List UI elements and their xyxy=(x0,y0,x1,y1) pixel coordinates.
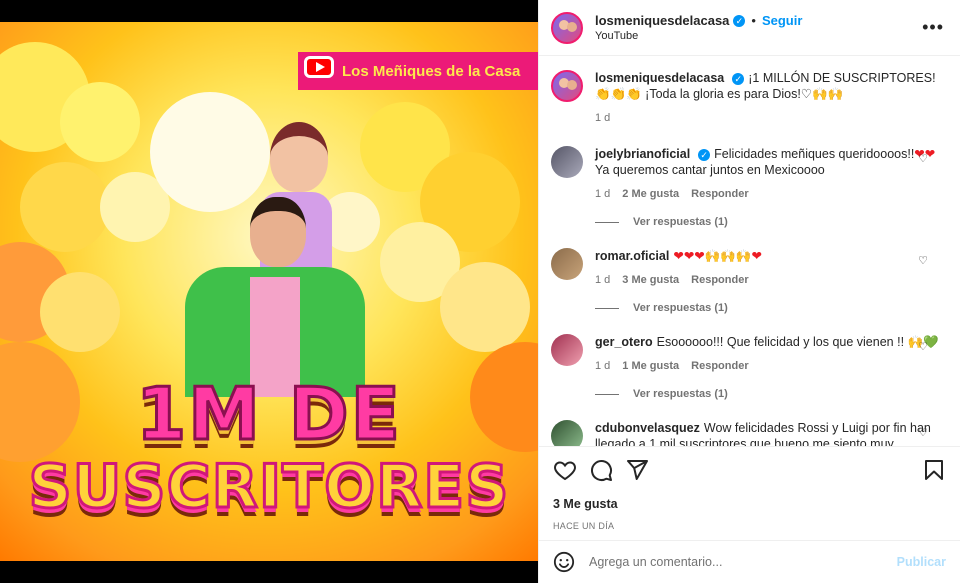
comment-username[interactable]: ger_otero xyxy=(595,335,653,349)
post-side-panel: losmeniquesdelacasa ✓ • Seguir YouTube •… xyxy=(538,0,960,583)
like-comment-heart-icon[interactable]: ♡ xyxy=(918,254,928,267)
comment-username[interactable]: joelybrianoficial xyxy=(595,147,690,161)
comment-username[interactable]: cdubonvelasquez xyxy=(595,421,700,435)
more-icon[interactable]: ••• xyxy=(922,17,944,38)
like-comment-heart-icon[interactable]: ♡ xyxy=(918,426,928,439)
view-replies-button[interactable]: Ver respuestas (1) xyxy=(595,302,944,314)
youtube-logo-icon xyxy=(304,56,334,78)
comment-emoji: ❤❤❤🙌🙌🙌❤ xyxy=(673,249,762,263)
bookmark-icon[interactable] xyxy=(922,458,946,482)
avatar[interactable] xyxy=(551,70,583,102)
avatar[interactable] xyxy=(551,146,583,178)
header-subtitle[interactable]: YouTube xyxy=(595,30,922,42)
like-comment-heart-icon[interactable]: ♡ xyxy=(918,152,928,165)
follow-button[interactable]: Seguir xyxy=(762,13,802,28)
reply-button[interactable]: Responder xyxy=(691,358,748,374)
reply-button[interactable]: Responder xyxy=(691,186,748,202)
post-actions: 3 Me gusta HACE UN DÍA xyxy=(539,446,960,531)
comment-time[interactable]: 1 d xyxy=(595,272,610,288)
comment-input[interactable] xyxy=(589,555,897,569)
headline-suscritores: SUSCRITORES xyxy=(27,451,510,524)
instagram-post-modal: Los Meñiques de la Casa 1M DE SUSCRITORE… xyxy=(0,0,960,583)
view-replies-label: Ver respuestas (1) xyxy=(633,216,728,228)
comment-time[interactable]: 1 d xyxy=(595,186,610,202)
view-replies-button[interactable]: Ver respuestas (1) xyxy=(595,388,944,400)
verified-badge-icon: ✓ xyxy=(698,149,711,161)
avatar[interactable] xyxy=(551,248,583,280)
reply-button[interactable]: Responder xyxy=(691,272,748,288)
comment-item: joelybrianoficial ✓ Felicidades meñiques q… xyxy=(551,146,944,202)
post-image[interactable]: Los Meñiques de la Casa 1M DE SUSCRITORE… xyxy=(0,22,538,561)
comment-text-line2: Ya queremos cantar juntos en Mexicoooo xyxy=(595,163,825,177)
post-caption: losmeniquesdelacasa ✓ ¡1 MILLÓN DE SUSCRIP… xyxy=(551,70,944,126)
emoji-icon[interactable] xyxy=(553,551,575,573)
comment-time[interactable]: 1 d xyxy=(595,358,610,374)
view-replies-label: Ver respuestas (1) xyxy=(633,388,728,400)
comment-icon[interactable] xyxy=(589,458,613,482)
caption-username[interactable]: losmeniquesdelacasa xyxy=(595,71,724,85)
avatar[interactable] xyxy=(551,420,583,446)
comment-item: ger_otero Esoooooo!!! Que felicidad y los… xyxy=(551,334,944,374)
post-timestamp[interactable]: HACE UN DÍA xyxy=(553,521,946,531)
heart-outline-icon[interactable] xyxy=(553,458,577,482)
channel-banner: Los Meñiques de la Casa xyxy=(298,52,538,90)
header-username[interactable]: losmeniquesdelacasa xyxy=(595,13,729,28)
publish-button[interactable]: Publicar xyxy=(897,555,946,569)
comment-likes[interactable]: 1 Me gusta xyxy=(622,358,679,374)
verified-badge-icon: ✓ xyxy=(733,14,746,27)
separator-dot: • xyxy=(751,13,756,28)
verified-badge-icon: ✓ xyxy=(732,73,745,85)
comment-text: Esoooooo!!! Que felicidad y los que vien… xyxy=(656,335,905,349)
comments-list: losmeniquesdelacasa ✓ ¡1 MILLÓN DE SUSCRIP… xyxy=(539,56,960,446)
comment-likes[interactable]: 2 Me gusta xyxy=(622,186,679,202)
comment-likes[interactable]: 3 Me gusta xyxy=(622,272,679,288)
comment-item: romar.oficial ❤❤❤🙌🙌🙌❤ 1 d 3 Me gusta Resp… xyxy=(551,248,944,288)
view-replies-label: Ver respuestas (1) xyxy=(633,302,728,314)
person-man xyxy=(175,197,375,397)
share-icon[interactable] xyxy=(625,458,649,482)
channel-banner-text: Los Meñiques de la Casa xyxy=(342,62,521,80)
view-replies-button[interactable]: Ver respuestas (1) xyxy=(595,216,944,228)
post-media: Los Meñiques de la Casa 1M DE SUSCRITORE… xyxy=(0,0,538,583)
like-comment-heart-icon[interactable]: ♡ xyxy=(918,340,928,353)
comment-text: Felicidades meñiques queridoooos!! xyxy=(714,147,915,161)
add-comment-bar: Publicar xyxy=(539,540,960,583)
comment-username[interactable]: romar.oficial xyxy=(595,249,669,263)
headline-1m: 1M DE xyxy=(135,371,402,458)
caption-time[interactable]: 1 d xyxy=(595,110,610,126)
avatar[interactable] xyxy=(551,11,583,44)
likes-count[interactable]: 3 Me gusta xyxy=(553,497,946,511)
post-header: losmeniquesdelacasa ✓ • Seguir YouTube •… xyxy=(539,0,960,56)
comment-item: cdubonvelasquez Wow felicidades Rossi y L… xyxy=(551,420,944,446)
avatar[interactable] xyxy=(551,334,583,366)
